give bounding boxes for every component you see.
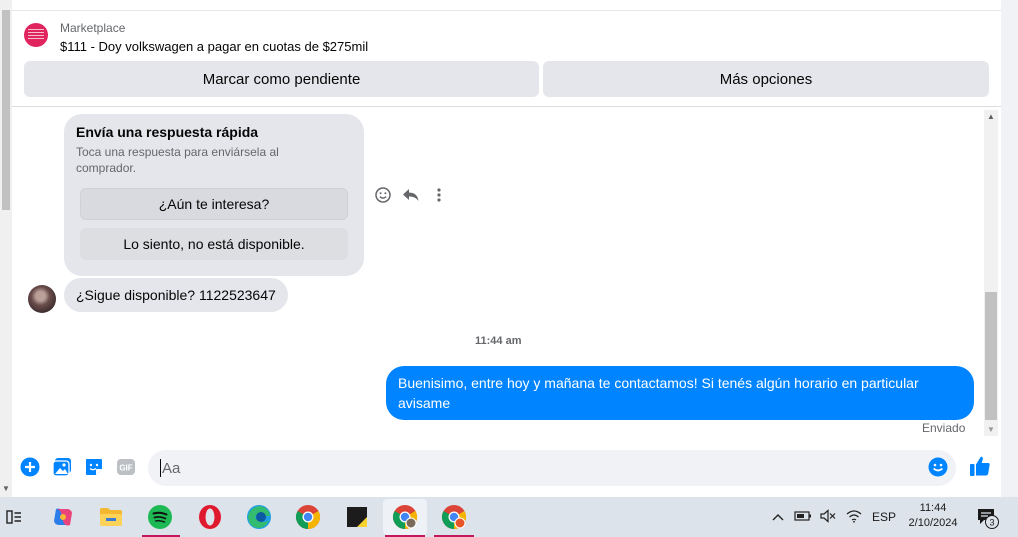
more-options-button[interactable]: Más opciones: [543, 61, 989, 97]
quick-reply-still-interested-button[interactable]: ¿Aún te interesa?: [80, 188, 348, 220]
quick-reply-not-available-button[interactable]: Lo siento, no está disponible.: [80, 228, 348, 260]
marketplace-label: Marketplace: [60, 21, 126, 35]
mark-pending-button[interactable]: Marcar como pendiente: [24, 61, 539, 97]
clock-date: 2/10/2024: [908, 517, 958, 529]
language-indicator[interactable]: ESP: [872, 510, 896, 524]
copilot-icon[interactable]: [49, 503, 77, 531]
show-hidden-icons-chevron-icon[interactable]: [772, 510, 784, 524]
edge-icon[interactable]: [245, 503, 273, 531]
windows-taskbar: ESP 11:44 2/10/2024 3: [0, 497, 1018, 537]
more-vertical-icon[interactable]: [430, 186, 448, 204]
listing-thumbnail[interactable]: [24, 23, 48, 47]
outgoing-message: Buenisimo, entre hoy y mañana te contact…: [386, 366, 974, 420]
chrome-profile-icon[interactable]: [440, 503, 468, 531]
chat-panel: Marketplace $111 - Doy volkswagen a paga…: [12, 0, 1001, 497]
sticker-icon[interactable]: [84, 457, 104, 477]
emoji-icon[interactable]: [928, 457, 948, 477]
message-timestamp: 11:44 am: [475, 335, 522, 347]
scroll-down-arrow-icon[interactable]: ▼: [987, 425, 995, 434]
chrome-icon[interactable]: [294, 503, 322, 531]
notification-count: 3: [989, 518, 994, 528]
scroll-up-arrow-icon[interactable]: ▲: [987, 112, 995, 121]
plus-circle-icon[interactable]: [20, 457, 40, 477]
system-clock[interactable]: 11:44 2/10/2024: [898, 501, 968, 531]
wifi-icon[interactable]: [846, 509, 862, 526]
message-actions: [374, 186, 448, 204]
task-view-icon[interactable]: [0, 503, 28, 531]
page-scrollbar[interactable]: ▼: [0, 0, 12, 497]
sent-status: Enviado: [922, 421, 966, 435]
message-composer: GIF Aa: [12, 446, 1001, 490]
quick-reply-card: Envía una respuesta rápida Toca una resp…: [64, 114, 364, 276]
chat-header: Marketplace $111 - Doy volkswagen a paga…: [12, 11, 1001, 107]
battery-icon[interactable]: [794, 510, 812, 525]
react-smiley-icon[interactable]: [374, 186, 392, 204]
gif-icon-label: GIF: [119, 464, 132, 473]
incoming-message: ¿Sigue disponible? 1122523647: [64, 278, 288, 312]
listing-title[interactable]: $111 - Doy volkswagen a pagar en cuotas …: [60, 39, 368, 54]
quick-reply-subtitle: Toca una respuesta para enviársela al co…: [76, 145, 279, 175]
spotify-icon[interactable]: [146, 503, 174, 531]
reply-icon[interactable]: [402, 186, 420, 204]
message-input[interactable]: Aa: [148, 450, 956, 486]
chat-scrollbar-thumb[interactable]: [985, 292, 997, 420]
file-explorer-icon[interactable]: [97, 503, 125, 531]
page-scrollbar-thumb[interactable]: [2, 10, 10, 210]
chat-scrollbar[interactable]: ▲ ▼: [984, 110, 998, 436]
scroll-down-arrow-icon[interactable]: ▼: [2, 484, 10, 493]
gif-icon[interactable]: GIF: [116, 457, 136, 477]
photo-icon[interactable]: [52, 457, 72, 477]
sticky-notes-icon[interactable]: [343, 503, 371, 531]
message-input-placeholder: Aa: [162, 459, 181, 477]
sender-avatar[interactable]: [28, 285, 56, 313]
thumbs-up-icon[interactable]: [968, 454, 992, 478]
system-tray: ESP: [772, 497, 896, 537]
opera-icon[interactable]: [196, 503, 224, 531]
notifications-icon[interactable]: 3: [976, 506, 1000, 535]
quick-reply-title: Envía una respuesta rápida: [76, 124, 259, 140]
text-caret: [160, 459, 161, 477]
chrome-profile-icon[interactable]: [391, 503, 419, 531]
clock-time: 11:44: [919, 502, 947, 514]
volume-muted-icon[interactable]: [820, 508, 836, 526]
